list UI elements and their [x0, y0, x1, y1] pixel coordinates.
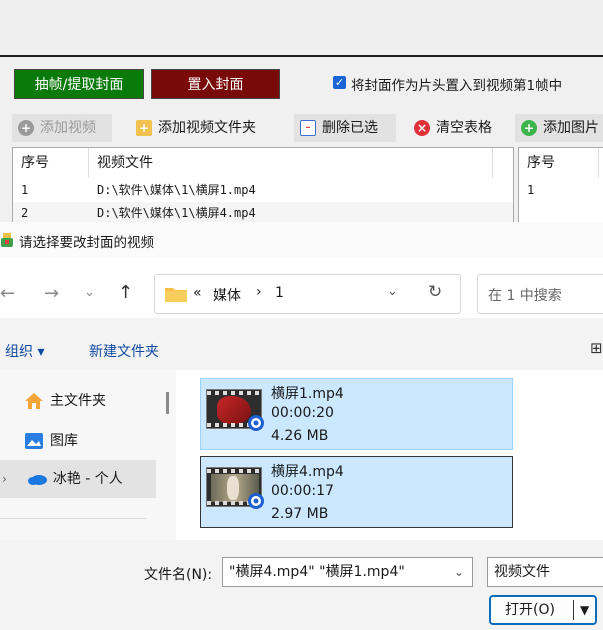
search-placeholder: 在 1 中搜索	[488, 288, 562, 304]
address-dropdown-chevron-icon[interactable]: ⌄	[387, 284, 398, 299]
nav-item-onedrive[interactable]: › 冰艳 - 个人	[0, 460, 156, 498]
breadcrumb-current[interactable]: 1	[275, 285, 284, 301]
clear-table-label: 清空表格	[436, 120, 492, 136]
file-duration: 00:00:20	[271, 405, 334, 421]
file-size: 4.26 MB	[271, 428, 329, 444]
divider	[0, 55, 603, 57]
app-logo-icon	[1, 233, 13, 247]
home-icon	[25, 393, 43, 409]
filetype-select[interactable]: 视频文件	[487, 557, 603, 587]
navigation-pane: 主文件夹 图库 › 冰艳 - 个人	[0, 370, 176, 540]
add-folder-button[interactable]: + 添加视频文件夹	[130, 114, 280, 142]
open-button-label: 打开(O)	[505, 602, 555, 618]
table-cell: 1	[527, 183, 535, 197]
nav-item-label: 主文件夹	[50, 393, 106, 409]
add-image-label: 添加图片	[543, 120, 599, 136]
folder-add-icon: +	[136, 120, 152, 136]
add-video-button[interactable]: + 添加视频	[12, 114, 112, 142]
file-name: 横屏4.mp4	[271, 464, 344, 480]
col-header-index[interactable]: 序号	[519, 148, 599, 178]
breadcrumb-parent[interactable]: 媒体	[213, 285, 241, 305]
file-name: 横屏1.mp4	[271, 386, 344, 402]
new-folder-button[interactable]: 新建文件夹	[89, 341, 159, 361]
file-duration: 00:00:17	[271, 483, 334, 499]
open-dropdown-arrow-icon[interactable]: ▼	[580, 597, 589, 623]
table-cell: D:\软件\媒体\1\横屏1.mp4	[97, 183, 256, 197]
add-image-button[interactable]: + 添加图片	[515, 114, 603, 142]
filename-label: 文件名(N):	[144, 567, 213, 583]
table-cell: D:\软件\媒体\1\横屏4.mp4	[97, 206, 256, 220]
main-app-window: 抽帧/提取封面 置入封面 ✓ 将封面作为片头置入到视频第1帧中 + 添加视频 +…	[0, 0, 603, 227]
dialog-titlebar: 请选择要改封面的视频	[0, 222, 603, 258]
view-options-icon[interactable]: ⊞	[590, 339, 603, 357]
extract-cover-button[interactable]: 抽帧/提取封面	[14, 69, 144, 99]
back-icon[interactable]: ←	[0, 283, 15, 304]
gallery-icon	[25, 433, 43, 449]
video-file-type-icon	[248, 415, 264, 431]
address-bar[interactable]: « 媒体 › 1 ⌄ ↻	[154, 274, 461, 314]
search-input[interactable]: 在 1 中搜索	[477, 274, 603, 314]
file-size: 2.97 MB	[271, 506, 329, 522]
filename-dropdown-chevron-icon[interactable]: ⌄	[454, 558, 464, 586]
nav-divider	[0, 518, 146, 519]
table-cell: 2	[21, 206, 29, 220]
folder-icon	[165, 288, 187, 302]
cover-as-intro-checkbox[interactable]: ✓	[333, 76, 346, 89]
cloud-icon	[27, 475, 47, 485]
video-table: 序号 视频文件 1 D:\软件\媒体\1\横屏1.mp4 2 D:\软件\媒体\…	[12, 147, 514, 227]
forward-icon[interactable]: →	[44, 283, 59, 304]
table-cell: 1	[21, 183, 29, 197]
nav-item-gallery[interactable]: 图库	[0, 422, 156, 460]
up-icon[interactable]: ↑	[118, 282, 133, 303]
open-button[interactable]: 打开(O) ▼	[489, 595, 597, 625]
delete-selected-label: 删除已选	[322, 120, 378, 136]
filename-input[interactable]: "横屏4.mp4" "横屏1.mp4" ⌄	[222, 557, 473, 587]
clear-table-button[interactable]: × 清空表格	[408, 114, 508, 142]
delete-selected-button[interactable]: – 删除已选	[294, 114, 396, 142]
app-top-area	[0, 0, 603, 55]
file-item[interactable]: 横屏4.mp4 00:00:17 2.97 MB	[200, 456, 513, 528]
add-image-icon: +	[521, 120, 537, 136]
filename-value: "横屏4.mp4" "横屏1.mp4"	[229, 564, 405, 580]
nav-item-label: 图库	[50, 433, 78, 449]
filetype-value: 视频文件	[494, 564, 550, 580]
add-folder-label: 添加视频文件夹	[158, 120, 256, 136]
breadcrumb-prefix[interactable]: «	[193, 285, 202, 301]
col-header-video-file[interactable]: 视频文件	[89, 148, 493, 178]
file-item[interactable]: 横屏1.mp4 00:00:20 4.26 MB	[200, 378, 513, 450]
organize-menu[interactable]: 组织 ▾	[5, 341, 44, 361]
recent-chevron-down-icon[interactable]: ⌄	[84, 285, 95, 300]
clear-icon: ×	[414, 120, 430, 136]
breadcrumb-separator: ›	[256, 284, 262, 300]
add-video-label: 添加视频	[40, 120, 96, 136]
replace-cover-button[interactable]: 置入封面	[151, 69, 280, 99]
refresh-icon[interactable]: ↻	[428, 282, 442, 302]
nav-scrollbar-thumb[interactable]	[166, 392, 169, 414]
image-table: 序号 1	[518, 147, 603, 227]
col-header-index[interactable]: 序号	[13, 148, 89, 178]
open-file-dialog: 请选择要改封面的视频 ← → ⌄ ↑ « 媒体 › 1 ⌄ ↻ 在 1 中搜索 …	[0, 222, 603, 630]
nav-item-home[interactable]: 主文件夹	[0, 382, 156, 420]
delete-doc-icon: –	[300, 120, 316, 136]
expand-chevron-icon[interactable]: ›	[2, 460, 7, 498]
nav-item-label: 冰艳 - 个人	[52, 471, 123, 487]
command-bar: 组织 ▾ 新建文件夹 ⊞	[0, 330, 603, 370]
cover-as-intro-label: 将封面作为片头置入到视频第1帧中	[351, 78, 563, 94]
add-icon: +	[18, 120, 34, 136]
dialog-title: 请选择要改封面的视频	[19, 235, 154, 251]
split-divider	[573, 600, 574, 620]
video-file-type-icon	[248, 493, 264, 509]
